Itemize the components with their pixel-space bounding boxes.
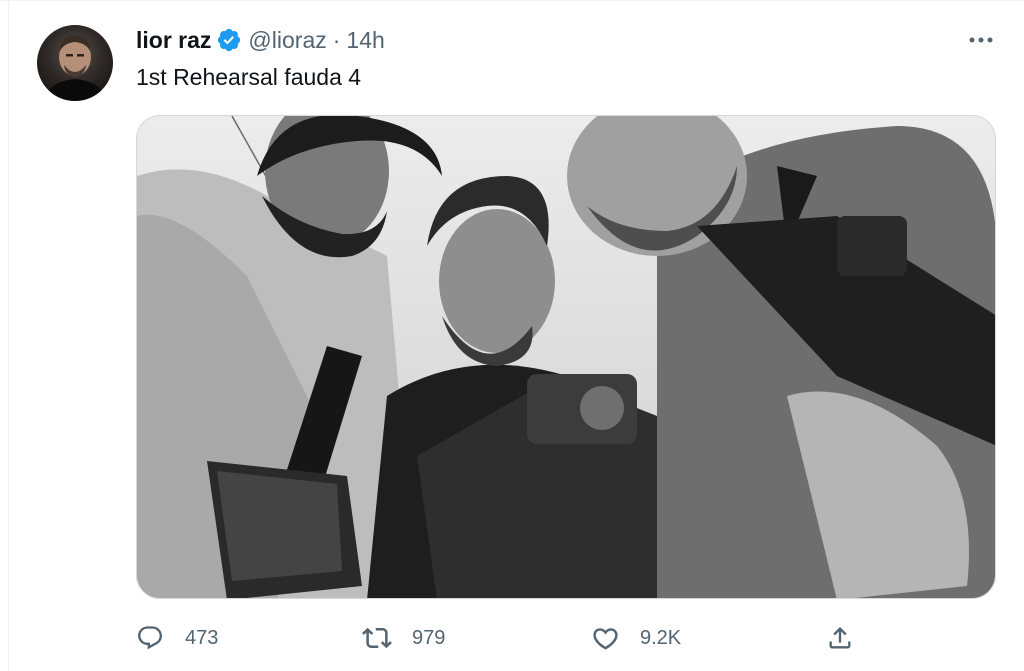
user-handle[interactable]: @lioraz [248,27,326,54]
reply-button[interactable]: 473 [135,618,218,658]
share-icon [825,623,855,653]
verified-badge-icon [216,27,242,53]
like-button[interactable]: 9.2K [590,618,681,658]
like-count: 9.2K [640,626,682,649]
tweet-actions: 473 979 9.2K [0,618,1024,658]
reply-icon [135,623,165,653]
separator-dot: · [332,26,341,53]
left-divider [8,0,9,671]
more-dots-icon[interactable] [965,28,997,52]
retweet-icon [362,623,392,653]
tweet-photo[interactable] [136,115,996,599]
display-name[interactable]: lior raz [136,27,211,54]
timestamp[interactable]: 14h [346,27,384,54]
top-divider [0,0,1024,1]
retweet-count: 979 [412,626,446,649]
heart-icon [590,623,620,653]
share-button[interactable] [825,618,855,658]
avatar[interactable] [37,25,113,101]
tweet-header: lior raz @lioraz · 14h [136,26,385,54]
tweet-text: 1st Rehearsal fauda 4 [136,64,362,90]
retweet-button[interactable]: 979 [362,618,445,658]
reply-count: 473 [185,626,219,649]
